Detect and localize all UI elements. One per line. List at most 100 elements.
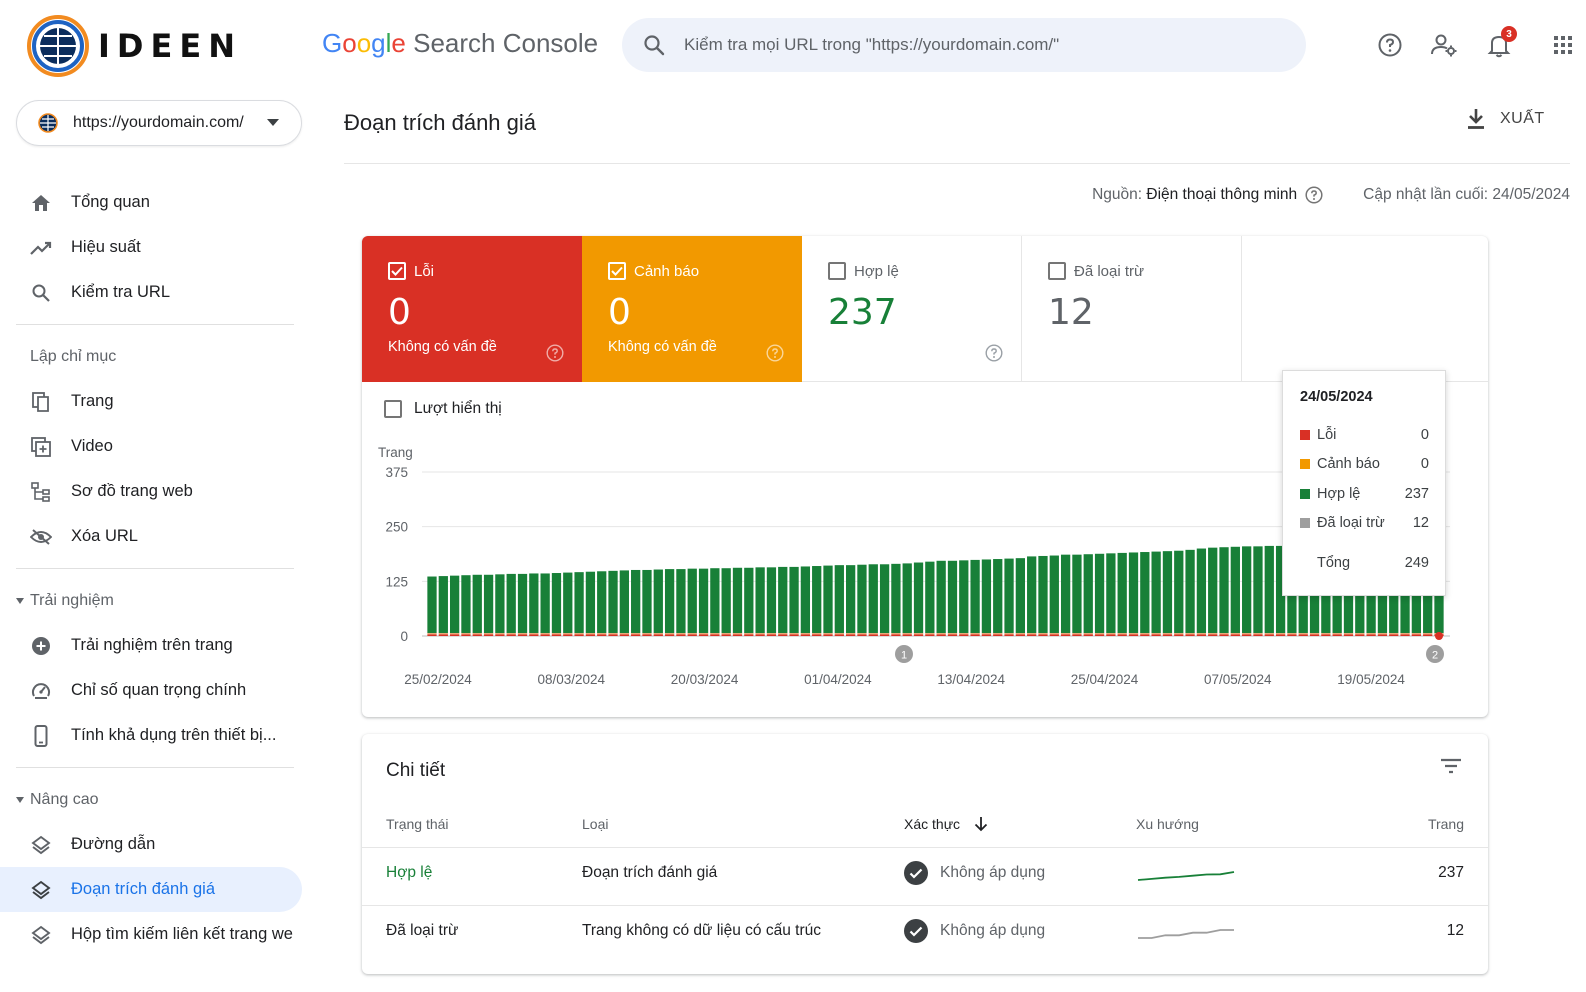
bar-segment-valid [936,560,946,633]
bar-segment-error [563,634,573,636]
sidebar-item-breadcrumbs[interactable]: Đường dẫn [0,822,310,867]
bar-segment-excluded [427,633,437,635]
bar-segment-valid [891,563,901,633]
sparkline-path [1137,871,1235,881]
bar-segment-valid [970,559,980,633]
bar-segment-valid [778,566,788,633]
sidebar-item-sitemaps[interactable]: Sơ đồ trang web [0,469,310,514]
sidebar-item-review-snippets[interactable]: Đoạn trích đánh giá [0,867,302,912]
url-inspection-input[interactable] [684,35,1284,55]
bar-segment-error [1185,634,1195,636]
experience-heading[interactable]: Trải nghiệm [0,578,310,623]
tooltip-row-warnings: Cảnh báo 0 [1300,450,1429,480]
tooltip-row-excluded: Đã loại trừ 12 [1300,509,1429,539]
sidebar-item-label: Hiệu suất [71,238,141,256]
sidebar-item-overview[interactable]: Tổng quan [0,180,310,225]
column-header-trend[interactable]: Xu hướng [1136,816,1199,832]
property-selector[interactable]: https://yourdomain.com/ [16,100,302,146]
cell-validation: Không áp dụng [904,859,1045,887]
cell-status[interactable]: Đã loại trừ [386,920,458,942]
bar-segment-valid [676,569,686,633]
bar-segment-excluded [619,633,629,635]
column-header-pages[interactable]: Trang [1428,816,1464,832]
bar-segment-error [710,634,720,636]
column-header-type[interactable]: Loại [582,816,608,832]
bar-segment-valid [563,572,573,633]
sidebar-divider [16,324,294,325]
tooltip-total: Tổng 249 [1300,548,1429,578]
bar-segment-valid [1094,553,1105,633]
trend-sparkline [1138,929,1234,939]
apps-grid-icon[interactable] [1546,28,1580,62]
search-icon[interactable] [642,33,666,57]
search-console-title[interactable]: Google Search Console [322,28,598,59]
sidebar-item-mobile-usability[interactable]: Tính khả dụng trên thiết bị... [0,713,310,758]
ideen-logo-icon [27,15,89,77]
bar-segment-error [1004,634,1014,636]
bar-segment-error [936,634,946,636]
bar-segment-valid [1264,545,1274,633]
url-inspection-search[interactable] [622,18,1306,72]
help-icon[interactable] [1373,28,1407,62]
ideen-logo[interactable]: IDEEN [26,14,242,78]
enhancements-heading[interactable]: Nâng cao [0,777,310,822]
x-tick-label: 01/04/2024 [804,672,872,687]
video-icon [30,436,52,458]
notifications-icon[interactable]: 3 [1482,26,1517,62]
bar-segment-excluded [698,633,709,635]
bar-segment-excluded [800,633,811,635]
bar-segment-valid [698,568,709,633]
bar-segment-excluded [1196,633,1207,635]
tooltip-series-name: Cảnh báo [1317,456,1380,473]
bar-segment-excluded [1321,633,1331,635]
bar-segment-excluded [1377,633,1388,635]
bar-segment-excluded [1208,633,1218,635]
pages-icon [30,391,52,413]
y-tick-label: 375 [385,465,408,480]
bar-segment-error [732,634,743,636]
sort-arrow-down-icon [974,817,988,832]
filter-icon[interactable] [1440,758,1462,774]
bar-segment-excluded [789,633,799,635]
column-header-validation[interactable]: Xác thực [904,816,988,832]
sidebar-item-core-web-vitals[interactable]: Chỉ số quan trọng chính [0,668,310,713]
bar-segment-error [1060,634,1071,636]
sidebar-item-performance[interactable]: Hiệu suất [0,225,310,270]
sidebar-item-url-inspection[interactable]: Kiểm tra URL [0,270,310,315]
bar-segment-valid [461,575,471,633]
bar-segment-valid [1219,547,1229,633]
sidebar-item-video[interactable]: Video [0,424,310,469]
cell-type[interactable]: Đoạn trích đánh giá [582,862,717,884]
y-tick-label: 125 [385,574,408,589]
tooltip-series-value: 0 [1420,456,1429,473]
y-tick-label: 0 [400,629,408,644]
bar-segment-error [1366,634,1376,636]
manage-users-icon[interactable] [1427,28,1461,62]
cell-status[interactable]: Hợp lệ [386,862,432,884]
sidebar-item-removals[interactable]: Xóa URL [0,514,310,559]
notification-badge: 3 [1501,26,1517,42]
help-icon[interactable] [1305,186,1323,204]
bar-segment-excluded [664,633,675,635]
bar-segment-excluded [1423,633,1433,635]
bar-segment-excluded [676,633,686,635]
bar-segment-valid [1106,553,1116,633]
bar-segment-error [1038,634,1048,636]
bar-segment-error [902,634,912,636]
column-header-status[interactable]: Trạng thái [386,816,449,832]
bar-segment-error [913,634,924,636]
report-meta: Nguồn: Điện thoại thông minh Cập nhật lầ… [1092,186,1570,204]
sidebar-item-page-experience[interactable]: Trải nghiệm trên trang [0,623,310,668]
bar-segment-excluded [1287,633,1297,635]
bar-segment-valid [597,571,607,633]
sidebar-item-pages[interactable]: Trang [0,379,310,424]
sidebar-item-sitelinks-searchbox[interactable]: Hộp tìm kiếm liên kết trang we [0,912,310,957]
export-button[interactable]: XUẤT [1466,108,1545,130]
sitemap-icon [30,481,52,503]
bar-segment-valid [517,573,528,633]
annotation-label: 2 [1432,650,1438,662]
cell-type[interactable]: Trang không có dữ liệu có cấu trúc [582,920,821,942]
bar-segment-valid [472,574,482,633]
bar-segment-valid [449,575,460,633]
bar-segment-valid [1151,551,1161,633]
